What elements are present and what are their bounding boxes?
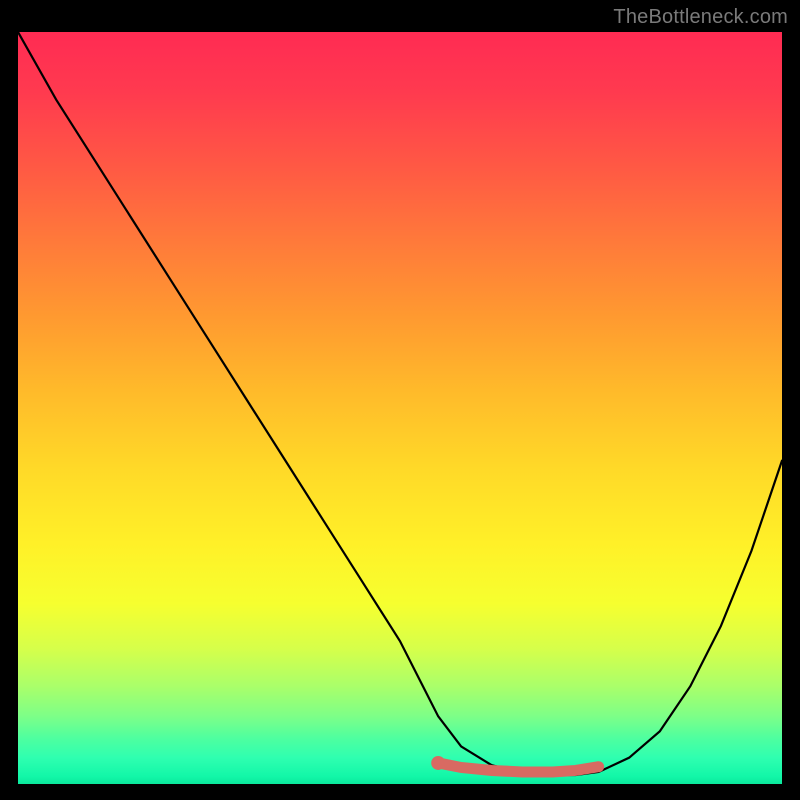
chart-highlight-dot <box>431 756 445 770</box>
chart-curve <box>18 32 782 775</box>
watermark-text: TheBottleneck.com <box>613 6 788 29</box>
chart-frame <box>18 32 782 784</box>
chart-highlight-segment <box>438 763 598 772</box>
chart-svg <box>18 32 782 784</box>
